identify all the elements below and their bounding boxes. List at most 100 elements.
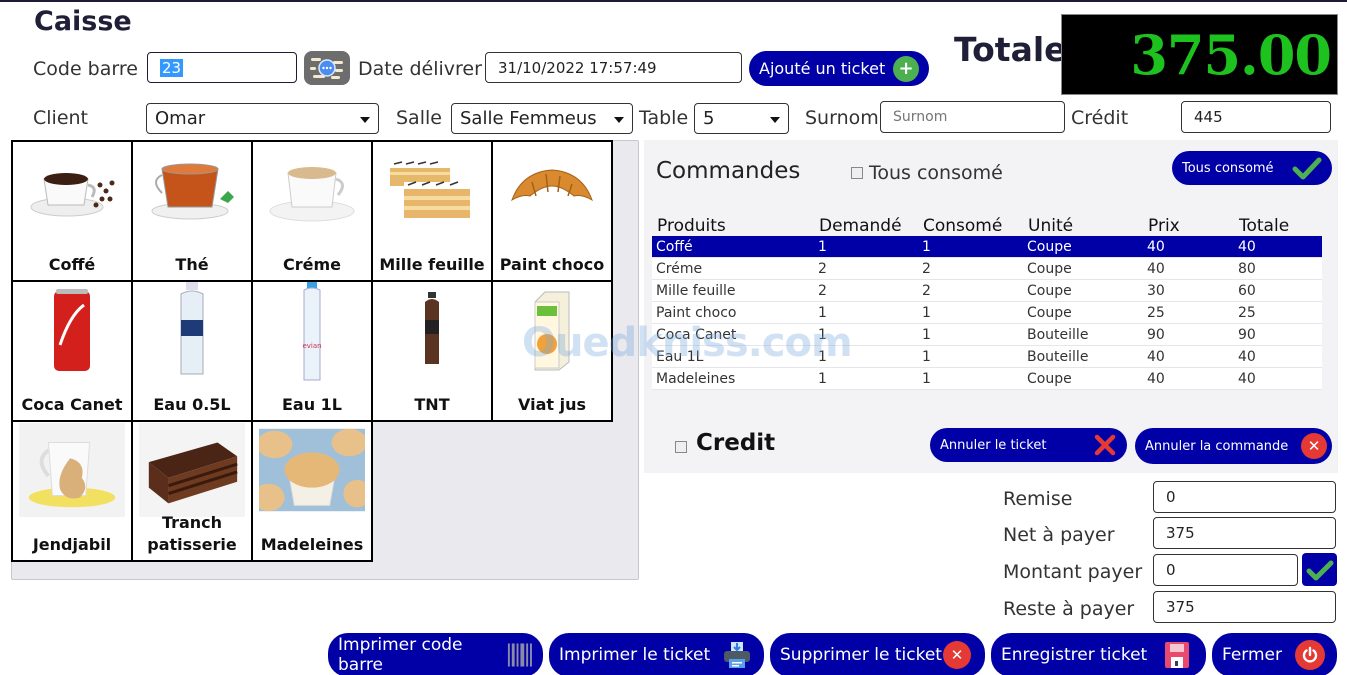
surnom-input[interactable] (880, 101, 1065, 133)
table-row[interactable]: Mille feuille 2 2 Coupe 30 60 (652, 280, 1322, 302)
product-name: Coca Canet (21, 395, 123, 414)
tea-cup-image (139, 148, 245, 232)
all-consumed-button-label: Tous consomé (1182, 160, 1274, 176)
print-ticket-button[interactable]: Imprimer le ticket (549, 633, 764, 675)
table-cell: 40 (1147, 371, 1165, 387)
confirm-payment-button[interactable] (1302, 553, 1337, 586)
close-label: Fermer (1222, 645, 1283, 665)
chevron-down-icon (770, 116, 780, 123)
product-tile[interactable]: Mille feuille (373, 142, 493, 282)
product-tile[interactable]: Coffé (13, 142, 133, 282)
cancel-order-button[interactable]: Annuler la commande ✕ (1135, 428, 1332, 464)
client-value: Omar (155, 108, 206, 129)
column-header[interactable]: Produits (652, 214, 814, 236)
chevron-down-icon (614, 116, 624, 123)
product-name: TNT (414, 395, 450, 414)
product-name: Mille feuille (379, 255, 485, 274)
product-tile[interactable]: Coca Canet (13, 282, 133, 422)
all-consumed-checkbox[interactable]: Tous consomé (851, 162, 1003, 184)
column-header[interactable]: Demandé (814, 214, 918, 236)
table-cell: 30 (1147, 283, 1165, 299)
delete-ticket-button[interactable]: Supprimer le ticket ✕ (770, 633, 985, 675)
table-row[interactable]: Madeleines 1 1 Coupe 40 40 (652, 368, 1322, 390)
net-input[interactable]: 375 (1153, 517, 1336, 549)
close-circle-icon: ✕ (1301, 433, 1327, 459)
table-cell: Coupe (1027, 239, 1072, 255)
all-consumed-checkbox-label: Tous consomé (869, 162, 1003, 184)
table-cell: Coffé (656, 239, 693, 255)
checkmark-icon (1306, 560, 1333, 580)
product-name: Coffé (48, 255, 96, 274)
save-ticket-button[interactable]: Enregistrer ticket (991, 633, 1206, 675)
product-tile[interactable]: Jendjabil (13, 422, 133, 562)
table-row[interactable]: Créme 2 2 Coupe 40 80 (652, 258, 1322, 280)
orders-title: Commandes (656, 158, 801, 184)
column-header[interactable]: Prix (1143, 214, 1234, 236)
search-scan-button[interactable] (304, 51, 350, 85)
croissant-image (499, 148, 605, 232)
remise-input[interactable]: 0 (1153, 481, 1336, 513)
product-tile[interactable]: Paint choco (493, 142, 613, 282)
table-cell: Coca Canet (656, 327, 737, 343)
table-cell: Créme (656, 261, 703, 277)
table-cell: Coupe (1027, 261, 1072, 277)
table-row[interactable]: Eau 1L 1 1 Bouteille 40 40 (652, 346, 1322, 368)
table-select[interactable]: 5 (694, 103, 789, 134)
salle-select[interactable]: Salle Femmeus (451, 103, 633, 134)
all-consumed-button[interactable]: Tous consomé (1172, 151, 1332, 185)
product-tile[interactable]: Viat jus (493, 282, 613, 422)
table-cell: 60 (1238, 283, 1256, 299)
table-cell: 40 (1147, 261, 1165, 277)
table-cell: 1 (818, 327, 827, 343)
client-select[interactable]: Omar (146, 103, 379, 134)
product-name: Tranch patisserie (147, 513, 237, 554)
date-input[interactable]: 31/10/2022 17:57:49 (485, 52, 742, 83)
mille-feuille-pastry-image (379, 148, 485, 232)
column-header[interactable]: Unité (1023, 214, 1143, 236)
product-tile[interactable]: Créme (253, 142, 373, 282)
caisse-window: Caisse Code barre 23 Date délivrer 31/10… (0, 0, 1347, 675)
product-name: Eau 1L (281, 395, 342, 414)
reste-input[interactable]: 375 (1153, 591, 1336, 623)
column-header[interactable]: Totale (1234, 214, 1322, 236)
chocolate-cake-slice-image (139, 422, 245, 518)
remise-value: 0 (1166, 488, 1176, 506)
product-tile[interactable]: Eau 0.5L (133, 282, 253, 422)
montant-value: 0 (1166, 561, 1176, 579)
salle-value: Salle Femmeus (460, 108, 597, 129)
table-cell: Mille feuille (656, 283, 736, 299)
product-tile[interactable]: Tranch patisserie (133, 422, 253, 562)
checkbox-icon (851, 167, 863, 179)
montant-input[interactable]: 0 (1153, 554, 1298, 586)
reste-value: 375 (1166, 598, 1195, 616)
table-row[interactable]: Coffé 1 1 Coupe 40 40 (652, 236, 1322, 258)
total-label: Totale (954, 30, 1067, 69)
product-name: Jendjabil (32, 535, 112, 554)
table-row[interactable]: Paint choco 1 1 Coupe 25 25 (652, 302, 1322, 324)
barcode-icon (508, 643, 533, 667)
code-barre-input[interactable]: 23 (147, 52, 297, 83)
credit-input[interactable]: 445 (1181, 101, 1331, 133)
print-barcode-button[interactable]: Imprimer code barre (328, 633, 543, 675)
product-name: Créme (282, 255, 341, 274)
product-tile[interactable]: Thé (133, 142, 253, 282)
product-grid: Coffé Thé Créme Mille feuille Paint choco Coc… (11, 140, 613, 562)
product-tile[interactable]: evian Eau 1L (253, 282, 373, 422)
juice-carton-image (499, 288, 605, 372)
cancel-ticket-button[interactable]: Annuler le ticket (930, 428, 1127, 462)
credit-checkbox[interactable] (675, 438, 687, 457)
ginger-tea-image (19, 422, 125, 518)
column-header[interactable]: Consomé (918, 214, 1023, 236)
credit-checkbox-label: Credit (696, 430, 776, 456)
table-cell: 2 (818, 261, 827, 277)
close-button[interactable]: Fermer (1212, 633, 1337, 675)
product-tile[interactable]: TNT (373, 282, 493, 422)
add-ticket-button[interactable]: Ajouté un ticket + (749, 51, 929, 86)
table-cell: 40 (1238, 239, 1256, 255)
power-icon (1295, 640, 1325, 670)
product-tile[interactable]: Madeleines (253, 422, 373, 562)
x-mark-icon (1094, 434, 1116, 456)
table-cell: 1 (818, 239, 827, 255)
code-barre-label: Code barre (33, 58, 138, 80)
table-row[interactable]: Coca Canet 1 1 Bouteille 90 90 (652, 324, 1322, 346)
